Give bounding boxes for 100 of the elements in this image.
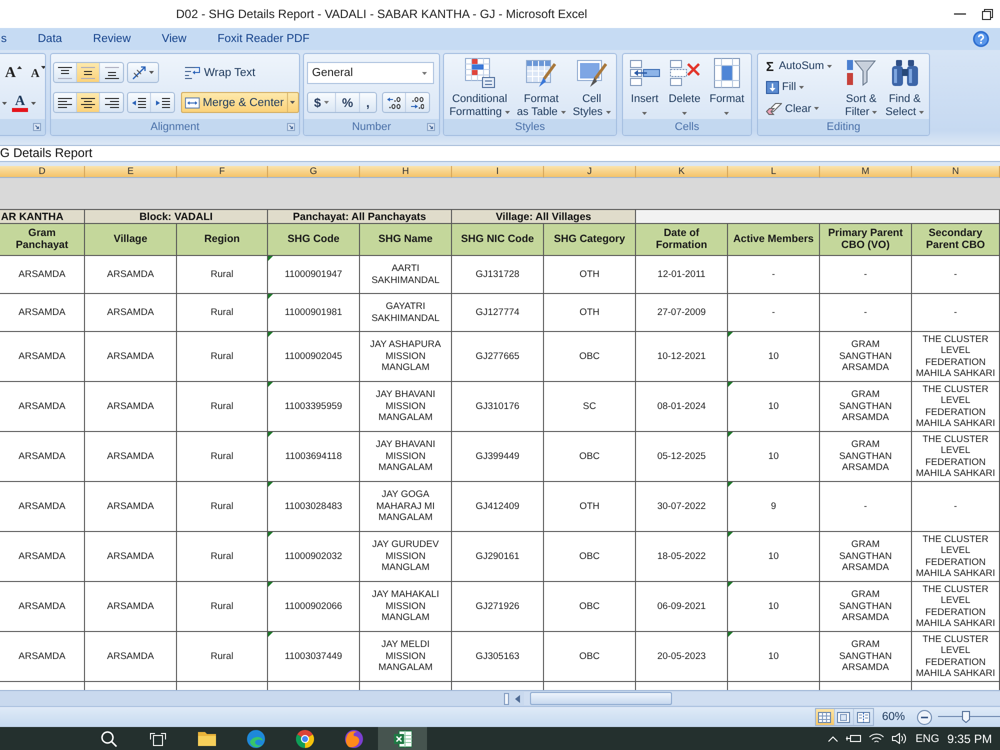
help-icon[interactable]	[973, 31, 989, 47]
caret-icon	[827, 64, 832, 68]
clock-time[interactable]: 9:35 PM	[947, 732, 992, 746]
table-cell: ARSAMDA	[85, 482, 177, 532]
wifi-icon[interactable]	[869, 733, 884, 744]
normal-view-button[interactable]	[816, 709, 835, 725]
table-cell: 10-12-2021	[636, 332, 728, 382]
table-cell: ARSAMDA	[85, 332, 177, 382]
error-triangle-icon	[728, 532, 733, 537]
dialog-launcher-icon[interactable]	[427, 123, 435, 131]
table-cell: Rural	[177, 294, 268, 332]
table-cell: 11003694118	[268, 432, 360, 482]
column-letter[interactable]: M	[820, 166, 912, 178]
merge-center-button[interactable]: Merge & Center	[181, 92, 299, 113]
dialog-launcher-icon[interactable]	[287, 123, 295, 131]
column-letter[interactable]: J	[544, 166, 636, 178]
error-triangle-icon	[728, 332, 733, 337]
orientation-button[interactable]	[127, 62, 159, 83]
number-style-button[interactable]: ,	[360, 93, 376, 112]
number-style-button[interactable]: %	[336, 93, 360, 112]
wrap-text-button[interactable]: Wrap Text	[182, 62, 258, 83]
scroll-left-icon[interactable]	[515, 694, 520, 702]
table-cell: JAY ASHAPURA MISSION MANGLAM	[360, 332, 452, 382]
ribbon-tab[interactable]: Foxit Reader PDF	[216, 30, 311, 48]
caret-icon	[40, 66, 45, 69]
sort-filter-button[interactable]: Sort & Filter	[842, 54, 880, 118]
column-letter[interactable]: D	[0, 166, 85, 178]
column-letter[interactable]: F	[177, 166, 268, 178]
align-middle-button[interactable]	[77, 63, 100, 82]
shrink-font-button[interactable]: A	[26, 63, 45, 84]
error-triangle-icon	[728, 432, 733, 437]
align-center-icon	[81, 98, 95, 108]
chevron-up-icon[interactable]	[828, 736, 838, 742]
speaker-icon[interactable]	[892, 733, 908, 744]
table-cell: THE CLUSTER LEVEL FEDERATION MAHILA SAHKARI	[912, 532, 1000, 582]
find-select-button[interactable]: Find & Select	[882, 54, 927, 118]
grow-font-button[interactable]: A	[1, 63, 26, 84]
table-cell: GRAM SANGTHAN ARSAMDA	[820, 532, 912, 582]
number-format-dropdown[interactable]: General	[307, 62, 434, 84]
table-cell: -	[820, 482, 912, 532]
ribbon-tab[interactable]: s	[0, 30, 8, 48]
caret-icon[interactable]	[2, 102, 7, 105]
table-cell: -	[728, 294, 820, 332]
table-cell: GAYATRI SAKHIMANDAL	[360, 294, 452, 332]
restore-icon[interactable]	[982, 8, 993, 20]
table-cell: ARSAMDA	[85, 432, 177, 482]
slider-thumb[interactable]	[962, 711, 970, 723]
insert-button[interactable]: Insert	[626, 54, 664, 118]
align-center-button[interactable]	[77, 93, 100, 112]
formula-field[interactable]: G Details Report	[0, 145, 1000, 162]
merge-cells-icon	[185, 96, 200, 108]
wrap-text-icon	[185, 66, 201, 79]
column-letter[interactable]: G	[268, 166, 360, 178]
number-style-button[interactable]: $	[308, 93, 336, 112]
table-cell: 11000902045	[268, 332, 360, 382]
scrollbar-thumb[interactable]	[530, 692, 672, 705]
align-left-icon	[58, 98, 72, 108]
autosum-button[interactable]: Σ AutoSum	[762, 56, 840, 76]
table-cell: OTH	[544, 482, 636, 532]
font-color-button[interactable]: A	[9, 93, 40, 114]
taskbar-button[interactable]	[378, 727, 427, 750]
filter-cell: Panchayat: All Panchayats	[268, 210, 452, 224]
table-cell: ARSAMDA	[0, 256, 85, 294]
minimize-icon[interactable]	[954, 13, 966, 15]
format-as-table-button[interactable]: Format as Table	[514, 54, 569, 118]
column-header: SHG Name	[360, 224, 452, 256]
conditional-formatting-button[interactable]: Conditional Formatting	[446, 54, 513, 118]
error-triangle-icon	[268, 332, 273, 337]
format-button[interactable]: Format	[705, 54, 748, 118]
battery-icon[interactable]	[846, 733, 862, 744]
column-letter[interactable]: H	[360, 166, 452, 178]
caret-icon	[422, 72, 427, 74]
caret-icon	[606, 111, 611, 114]
dialog-launcher-icon[interactable]	[33, 123, 41, 131]
error-triangle-icon	[268, 432, 273, 437]
ribbon-tab[interactable]: View	[160, 30, 188, 48]
eraser-icon	[766, 102, 782, 115]
column-letter[interactable]: I	[452, 166, 544, 178]
table-cell: 11000901981	[268, 294, 360, 332]
wave-circle-icon	[246, 730, 264, 748]
column-letter[interactable]: E	[85, 166, 177, 178]
clear-button[interactable]: Clear	[762, 98, 840, 119]
ribbon-tab[interactable]: Data	[36, 30, 64, 48]
column-letter[interactable]: K	[636, 166, 728, 178]
zoom-level[interactable]: 60%	[882, 711, 905, 723]
delete-button[interactable]: Delete	[664, 54, 704, 118]
ribbon-tab[interactable]: Review	[92, 30, 132, 48]
column-letter[interactable]: L	[728, 166, 820, 178]
page-layout-view-button[interactable]	[834, 709, 854, 725]
table-cell: GRAM SANGTHAN ARSAMDA	[820, 332, 912, 382]
table-cell: GJ127774	[452, 294, 544, 332]
fill-button[interactable]: Fill	[762, 77, 840, 98]
zoom-out-icon[interactable]	[917, 710, 932, 724]
language-indicator[interactable]: ENG	[915, 732, 940, 744]
cell-styles-button[interactable]: Cell Styles	[570, 54, 614, 118]
split-handle-icon[interactable]	[504, 692, 509, 704]
table-cell: 10	[728, 532, 820, 582]
format-cells-icon	[712, 58, 742, 88]
caret-icon	[724, 112, 730, 115]
column-letter[interactable]: N	[912, 166, 1000, 178]
